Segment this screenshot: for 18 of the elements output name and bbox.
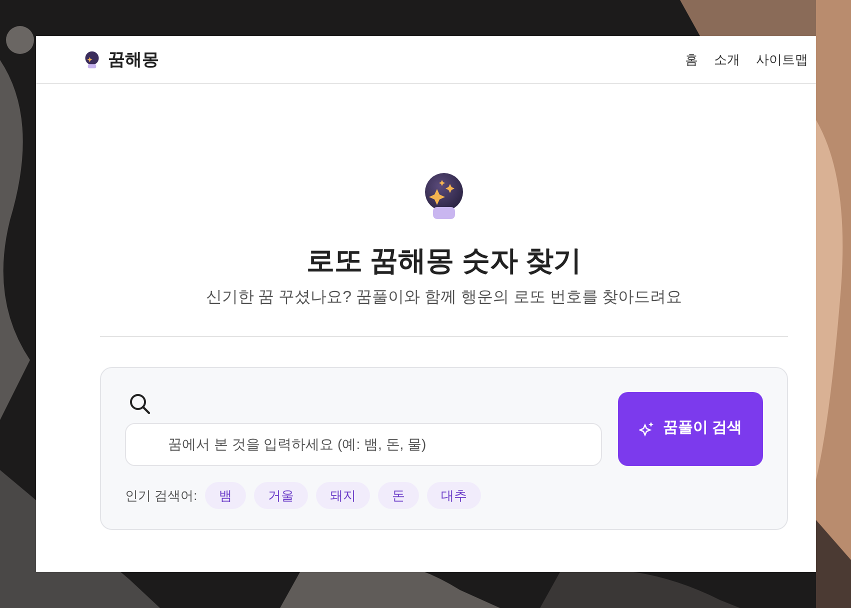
search-field[interactable]: 꿈에서 본 것을 입력하세요 (예: 뱀, 돈, 물) bbox=[125, 422, 602, 466]
popular-searches-label: 인기 검색어: bbox=[125, 486, 198, 505]
crystal-ball-icon bbox=[424, 172, 464, 220]
tag-chip[interactable]: 대추 bbox=[427, 482, 482, 510]
tag-chip[interactable]: 거울 bbox=[254, 482, 308, 510]
sparkles-icon bbox=[638, 420, 655, 437]
tag-chip[interactable]: 돼지 bbox=[316, 482, 370, 510]
nav-link[interactable]: 소개 bbox=[714, 50, 740, 70]
subtitle: 신기한 꿈 꾸셨나요? 꿈풀이와 함께 행운의 로또 번호를 찾아드려요 bbox=[206, 288, 682, 308]
page-title: 로또 꿈해몽 숫자 찾기 bbox=[306, 244, 582, 278]
crystal-ball-icon bbox=[84, 50, 100, 68]
site-logo-text[interactable]: 꿈해몽 bbox=[108, 46, 159, 72]
nav-link[interactable]: 홈 bbox=[685, 50, 698, 70]
nav-link[interactable]: 사이트맵 bbox=[756, 50, 808, 70]
tag-chip[interactable]: 돈 bbox=[378, 482, 420, 510]
tag-chip[interactable]: 뱀 bbox=[205, 482, 246, 510]
search-button[interactable]: 꿈풀이 검색 bbox=[618, 392, 763, 466]
search-icon bbox=[129, 392, 151, 415]
